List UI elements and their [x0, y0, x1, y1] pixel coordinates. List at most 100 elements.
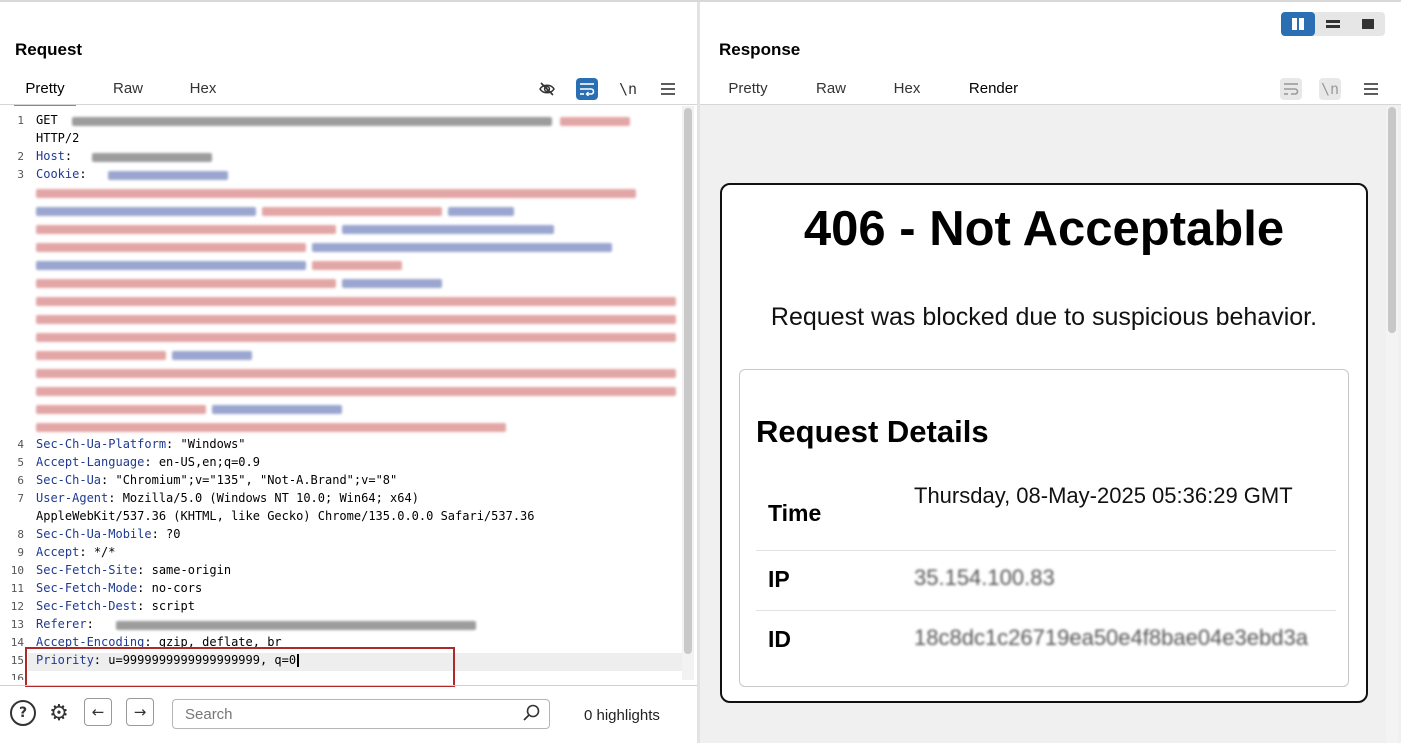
request-title: Request — [15, 40, 83, 59]
redacted-cookie — [36, 207, 256, 216]
header-value: no-cors — [151, 581, 203, 595]
details-row: Time Thursday, 08-May-2025 05:36:29 GMT — [756, 476, 1336, 551]
header-name: Host — [36, 149, 65, 163]
redacted-cookie — [312, 261, 402, 270]
header-name: Accept — [36, 545, 80, 559]
forward-button[interactable]: → — [126, 698, 154, 726]
line-number: 1 — [17, 114, 24, 127]
single-pane-button[interactable] — [1351, 12, 1385, 36]
tab-request-raw[interactable]: Raw — [100, 80, 156, 104]
render-view: 406 - Not Acceptable Request was blocked… — [700, 105, 1401, 743]
gear-icon[interactable]: ⚙ — [46, 700, 72, 726]
line-number: 14 — [10, 636, 24, 649]
header-name: Sec-Fetch-Dest — [36, 599, 138, 613]
details-value: 35.154.100.83 — [914, 565, 1055, 590]
request-scrollbar[interactable] — [682, 106, 694, 680]
redacted-cookie — [448, 207, 514, 216]
newline-icon[interactable]: \n — [617, 78, 639, 100]
code-line-3: Cookie: — [36, 167, 87, 181]
redacted-cookie — [36, 297, 676, 306]
code-line-4: Sec-Ch-Ua-Platform: "Windows" — [36, 437, 246, 451]
line-number: 7 — [17, 492, 24, 505]
search-icon[interactable] — [522, 703, 542, 723]
details-heading: Request Details — [756, 414, 989, 449]
layout-toggle — [1281, 12, 1385, 36]
line-number: 10 — [10, 564, 24, 577]
split-vertical-button[interactable] — [1281, 12, 1315, 36]
redacted-cookie — [36, 279, 336, 288]
code-line-1-cont: HTTP/2 — [36, 131, 80, 145]
error-card: 406 - Not Acceptable Request was blocked… — [720, 183, 1368, 703]
scrollbar-thumb[interactable] — [1388, 107, 1396, 333]
scrollbar-thumb[interactable] — [684, 108, 692, 654]
tab-response-pretty[interactable]: Pretty — [720, 80, 776, 104]
details-key: IP — [768, 566, 790, 592]
header-name: Sec-Ch-Ua — [36, 473, 102, 487]
header-value: "Windows" — [180, 437, 246, 451]
request-search-bar: ? ⚙ ← → 0 highlights — [0, 685, 697, 744]
header-value: en-US,en;q=0.9 — [158, 455, 260, 469]
back-button[interactable]: ← — [84, 698, 112, 726]
header-name: Sec-Ch-Ua-Platform — [36, 437, 167, 451]
newline-icon[interactable]: \n — [1319, 78, 1341, 100]
help-icon[interactable]: ? — [10, 700, 36, 726]
code-line-1: GET — [36, 113, 58, 127]
redacted-cookie — [36, 315, 676, 324]
redacted-cookie — [36, 423, 506, 432]
header-name: Cookie — [36, 167, 80, 181]
request-tabs-divider — [0, 104, 697, 105]
tab-request-pretty[interactable]: Pretty — [14, 80, 76, 106]
header-value: */* — [93, 545, 116, 559]
redacted-path — [72, 117, 552, 126]
request-pane: Request Pretty Raw Hex \n 1 2 3 4 5 6 7 … — [0, 2, 697, 743]
tab-response-hex[interactable]: Hex — [882, 80, 932, 104]
code-line-12: Sec-Fetch-Dest: script — [36, 599, 195, 613]
code-line-5: Accept-Language: en-US,en;q=0.9 — [36, 455, 260, 469]
line-number: 11 — [10, 582, 24, 595]
eye-off-icon[interactable] — [536, 78, 558, 100]
header-value: same-origin — [151, 563, 232, 577]
code-line-7-cont: AppleWebKit/537.36 (KHTML, like Gecko) C… — [36, 509, 535, 523]
search-input[interactable] — [172, 699, 550, 729]
redacted-cookie — [172, 351, 252, 360]
header-value: ?0 — [166, 527, 181, 541]
line-number: 16 — [10, 672, 24, 680]
redacted-cookie — [36, 189, 636, 198]
code-line-2: Host: — [36, 149, 73, 163]
tab-response-raw[interactable]: Raw — [804, 80, 858, 104]
line-number: 6 — [17, 474, 24, 487]
code-line-10: Sec-Fetch-Site: same-origin — [36, 563, 232, 577]
request-method: GET — [36, 113, 58, 127]
tab-request-hex[interactable]: Hex — [178, 80, 228, 104]
redacted-cookie — [342, 279, 442, 288]
header-name: Referer — [36, 617, 87, 631]
header-value: Mozilla/5.0 (Windows NT 10.0; Win64; x64… — [122, 491, 419, 505]
code-line-8: Sec-Ch-Ua-Mobile: ?0 — [36, 527, 181, 541]
line-number: 12 — [10, 600, 24, 613]
header-value: script — [151, 599, 195, 613]
request-editor[interactable]: 1 2 3 4 5 6 7 8 9 10 11 12 13 14 15 16 G… — [0, 110, 682, 680]
error-heading: 406 - Not Acceptable — [803, 202, 1285, 256]
header-value: "Chromium";v="135", "Not-A.Brand";v="8" — [115, 473, 398, 487]
menu-icon[interactable] — [657, 78, 679, 100]
line-number: 2 — [17, 150, 24, 163]
details-row: ID 18c8dc1c26719ea50e4f8bae04e3ebd3a — [756, 610, 1336, 670]
line-number: 9 — [17, 546, 24, 559]
redacted-host — [92, 153, 212, 162]
line-number: 4 — [17, 438, 24, 451]
line-number: 15 — [10, 654, 24, 667]
details-row: IP 35.154.100.83 — [756, 550, 1336, 611]
redacted-cookie — [312, 243, 612, 252]
code-line-6: Sec-Ch-Ua: "Chromium";v="135", "Not-A.Br… — [36, 473, 398, 487]
redacted-query — [560, 117, 630, 126]
menu-icon[interactable] — [1360, 78, 1382, 100]
code-line-7: User-Agent: Mozilla/5.0 (Windows NT 10.0… — [36, 491, 419, 505]
split-horizontal-button[interactable] — [1316, 12, 1350, 36]
wrap-lines-icon[interactable] — [1280, 78, 1302, 100]
tab-response-render[interactable]: Render — [943, 80, 1044, 106]
header-name: Sec-Fetch-Site — [36, 563, 138, 577]
code-line-13: Referer: — [36, 617, 94, 631]
code-line-11: Sec-Fetch-Mode: no-cors — [36, 581, 203, 595]
render-scrollbar[interactable] — [1386, 107, 1398, 743]
wrap-lines-icon[interactable] — [576, 78, 598, 100]
